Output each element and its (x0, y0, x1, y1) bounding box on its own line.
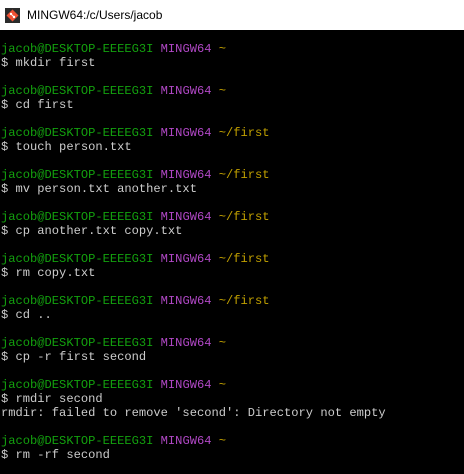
command-line: $ rm copy.txt (1, 266, 464, 280)
prompt-line: jacob@DESKTOP-EEEEG3I MINGW64 ~ (1, 434, 464, 448)
prompt-env: MINGW64 (160, 126, 212, 140)
terminal-output[interactable]: jacob@DESKTOP-EEEEG3I MINGW64 ~ $ mkdir f… (0, 42, 464, 474)
prompt-env: MINGW64 (160, 84, 212, 98)
command-text: $ rm copy.txt (1, 266, 96, 280)
prompt-line: jacob@DESKTOP-EEEEG3I MINGW64 ~/first (1, 168, 464, 182)
output-line: rmdir: failed to remove 'second': Direct… (1, 406, 386, 420)
prompt-line: jacob@DESKTOP-EEEEG3I MINGW64 ~/first (1, 294, 464, 308)
prompt-user: jacob@DESKTOP-EEEEG3I (1, 84, 154, 98)
prompt-user: jacob@DESKTOP-EEEEG3I (1, 336, 154, 350)
prompt-path: ~ (218, 434, 227, 448)
title-bar[interactable]: MINGW64:/c/Users/jacob (0, 0, 464, 30)
command-line: $ mkdir first (1, 56, 464, 70)
command-text: $ cd .. (1, 308, 52, 322)
prompt-env: MINGW64 (160, 168, 212, 182)
prompt-line: jacob@DESKTOP-EEEEG3I MINGW64 ~/first (1, 126, 464, 140)
prompt-env: MINGW64 (160, 294, 212, 308)
command-line: $ rm -rf second (1, 448, 464, 462)
prompt-path: ~ (218, 336, 227, 350)
prompt-user: jacob@DESKTOP-EEEEG3I (1, 168, 154, 182)
prompt-path: ~/first (218, 210, 270, 224)
command-text: $ cp another.txt copy.txt (1, 224, 183, 238)
prompt-user: jacob@DESKTOP-EEEEG3I (1, 42, 154, 56)
prompt-line: jacob@DESKTOP-EEEEG3I MINGW64 ~ (1, 336, 464, 350)
prompt-user: jacob@DESKTOP-EEEEG3I (1, 294, 154, 308)
prompt-path: ~/first (218, 126, 270, 140)
prompt-path: ~/first (218, 252, 270, 266)
prompt-path: ~ (218, 84, 227, 98)
prompt-path: ~/first (218, 294, 270, 308)
command-line: $ cp another.txt copy.txt (1, 224, 464, 238)
command-text: $ rmdir second (1, 392, 103, 406)
prompt-line: jacob@DESKTOP-EEEEG3I MINGW64 ~/first (1, 210, 464, 224)
prompt-path: ~ (218, 378, 227, 392)
command-line: $ cd .. (1, 308, 464, 322)
command-text: $ mv person.txt another.txt (1, 182, 197, 196)
prompt-env: MINGW64 (160, 210, 212, 224)
command-text: $ cp -r first second (1, 350, 147, 364)
prompt-user: jacob@DESKTOP-EEEEG3I (1, 252, 154, 266)
prompt-line: jacob@DESKTOP-EEEEG3I MINGW64 ~ (1, 378, 464, 392)
prompt-user: jacob@DESKTOP-EEEEG3I (1, 126, 154, 140)
command-line: $ rmdir second (1, 392, 464, 406)
command-text: $ rm -rf second (1, 448, 110, 462)
prompt-env: MINGW64 (160, 434, 212, 448)
prompt-user: jacob@DESKTOP-EEEEG3I (1, 434, 154, 448)
command-text: $ mkdir first (1, 56, 96, 70)
window-title: MINGW64:/c/Users/jacob (27, 8, 163, 22)
command-text: $ cd first (1, 98, 74, 112)
prompt-user: jacob@DESKTOP-EEEEG3I (1, 210, 154, 224)
prompt-env: MINGW64 (160, 336, 212, 350)
prompt-env: MINGW64 (160, 42, 212, 56)
command-line: $ cp -r first second (1, 350, 464, 364)
prompt-line: jacob@DESKTOP-EEEEG3I MINGW64 ~ (1, 84, 464, 98)
git-bash-icon (5, 7, 20, 23)
command-line: $ touch person.txt (1, 140, 464, 154)
prompt-line: jacob@DESKTOP-EEEEG3I MINGW64 ~ (1, 42, 464, 56)
prompt-line: jacob@DESKTOP-EEEEG3I MINGW64 ~/first (1, 252, 464, 266)
command-line: $ mv person.txt another.txt (1, 182, 464, 196)
command-line: $ cd first (1, 98, 464, 112)
prompt-user: jacob@DESKTOP-EEEEG3I (1, 378, 154, 392)
prompt-path: ~/first (218, 168, 270, 182)
command-text: $ touch person.txt (1, 140, 132, 154)
prompt-path: ~ (218, 42, 227, 56)
prompt-env: MINGW64 (160, 378, 212, 392)
prompt-env: MINGW64 (160, 252, 212, 266)
